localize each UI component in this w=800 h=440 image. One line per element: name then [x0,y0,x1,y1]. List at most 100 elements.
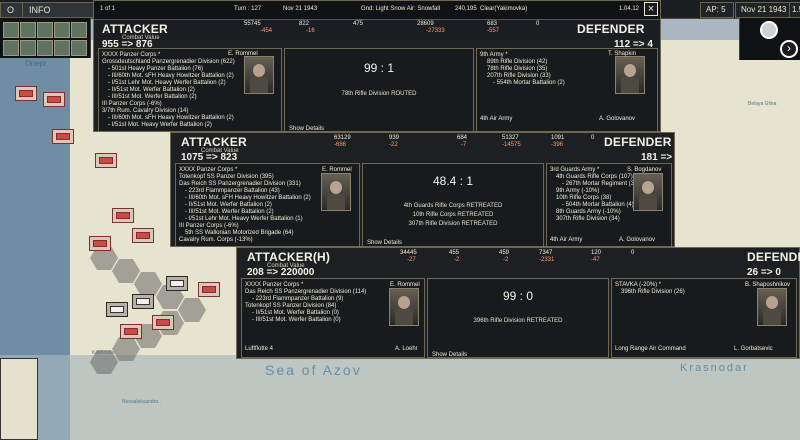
toolbar-icon[interactable] [71,40,87,56]
toolbar-icon[interactable] [37,22,53,38]
defender-unit: 207th Rifle Division (33) [487,73,551,79]
defender-unit: - 554th Mortar Battalion (2) [493,80,565,86]
turn-label: Turn : 127 [234,6,262,12]
toolbar-icon[interactable] [20,40,36,56]
map-unit[interactable] [106,302,128,317]
map-label: Novoaleksandro.. [122,399,161,405]
map-unit[interactable] [132,294,154,309]
defender-guns: 120 [591,250,602,256]
odds-ratio: 99 : 0 [502,289,534,303]
defender-unit: 8th Guards Army (-10%) [556,209,621,215]
clock-icon[interactable] [760,21,778,39]
attacker-unit: Das Reich SS Panzergrenadier Division (1… [245,289,367,295]
defender-unit: 10th Rifle Corps (38) [556,195,612,201]
map-unit[interactable] [89,236,111,251]
defender-guns-loss: -47 [591,257,600,263]
defender-guns-loss: -396 [551,142,564,148]
attacker-men: 63129 [334,135,351,141]
attacker-men-loss: -454 [260,28,273,34]
defender-unit: - 504th Mortar Battalion (4) [562,202,634,208]
defender-afv: 0 [536,21,540,27]
commander-portrait [757,288,787,326]
defender-men-loss: -14575 [502,142,521,148]
defender-unit: - 267th Mortar Regiment (3) [562,181,637,187]
map-unit[interactable] [43,92,65,107]
attacker-unit: A. Loehr [395,346,418,352]
toolbar-icon[interactable] [3,40,19,56]
attacker-unit: III Panzer Corps (-6%) [179,223,239,229]
attacker-combat-value: 208 => 220000 [247,267,315,278]
defender-unit: STAVKA (-20%) * [615,282,662,288]
commander-portrait [321,173,351,211]
map-label: Kakhovka [92,350,114,356]
date-indicator: Nov 21 1943 [735,2,795,18]
next-icon[interactable]: › [780,40,798,58]
battle-report-panel-1: 1 of 1 Turn : 127 Nov 21 1943 Gnd: Light… [93,0,661,132]
defender-unit: 89th Rifle Division (42) [487,59,548,65]
attacker-unit: - I/51st Lehr Mot. Heavy Werfer Battalio… [185,216,303,222]
map-unit[interactable] [166,276,188,291]
attacker-unit: Cavalry Rum. Corps (-13%) [179,237,253,243]
battle-result-text: 396th Rifle Division RETREATED [473,318,563,324]
map-unit[interactable] [15,86,37,101]
battle-result-text: 307th Rifle Division RETREATED [408,221,498,227]
toolbar-icon[interactable] [54,22,70,38]
defender-guns-loss: -557 [487,28,500,34]
close-icon[interactable]: × [644,2,658,16]
defender-unit: 78th Rifle Division (35) [487,66,548,72]
map-unit[interactable] [95,153,117,168]
battle-result-3: 99 : 0 396th Rifle Division RETREATED Sh… [427,278,609,358]
map-unit[interactable] [120,324,142,339]
attacker-afv: 459 [499,250,510,256]
attacker-guns-loss: -2 [454,257,460,263]
attacker-men-loss: -27 [407,257,416,263]
commander-portrait [244,56,274,94]
terrain-label: Clear(Yakimovka) [480,6,528,12]
attacker-unit: Totenkopf SS Panzer Division (84) [245,303,337,309]
show-details-button[interactable]: Show Details [367,240,402,246]
tab-info-screens[interactable]: INFO SCREENS [22,2,100,29]
attacker-section-2: XXXX Panzer Corps * Totenkopf SS Panzer … [175,163,360,247]
battle-report-panel-2: ATTACKER DEFENDER Combat Value 1075 => 8… [170,132,675,247]
attacker-afv-loss: -7 [461,142,467,148]
battle-result-2: 48.4 : 1 4th Guards Rifle Corps RETREATE… [362,163,544,247]
location-label: 240,195 [455,6,477,12]
attacker-unit: Das Reich SS Panzergrenadier Division (3… [179,181,301,187]
attacker-unit: - II/51st Mot. Werfer Battalion (2) [108,87,195,93]
defender-section-1: 9th Army * 89th Rifle Division (42) 78th… [476,48,658,132]
toolbar-icon[interactable] [54,40,70,56]
defender-combat-value: 26 => 0 [747,267,781,278]
toolbar-icon[interactable] [71,22,87,38]
attacker-unit: XXXX Panzer Corps * [179,167,238,173]
battle-result-text: 4th Guards Rifle Corps RETREATED [403,203,503,209]
defender-title: DEFENDER [577,22,645,36]
attacker-section-1: XXXX Panzer Corps * Grossdeutschland Pan… [98,48,282,132]
minimap[interactable] [0,358,38,440]
commander-portrait [389,288,419,326]
commander-name: E. Rommel [390,282,420,288]
defender-guns: 683 [487,21,498,27]
attacker-unit: - I/51st Mot. Heavy Werfer Battalion (2) [108,122,212,128]
attacker-unit: - III/51st Mot. Werfer Battalion (2) [185,209,274,215]
attacker-unit: - III/60th Mot. sFH Heavy Howitzer Batta… [185,195,311,201]
show-details-button[interactable]: Show Details [432,352,467,358]
defender-unit: 307th Rifle Division (34) [556,216,620,222]
defender-unit: 4th Guards Rifle Corps (107) [556,174,633,180]
toolbar-icon[interactable] [37,40,53,56]
defender-unit: Long Range Air Command [615,346,686,352]
defender-men-loss: -27333 [426,28,445,34]
commander-name: T. Shapkin [608,51,637,57]
map-unit[interactable] [112,208,134,223]
toolbar-icon[interactable] [20,22,36,38]
map-unit[interactable] [198,282,220,297]
map-unit[interactable] [52,129,74,144]
defender-title: DEFENDER [747,250,800,264]
defender-afv: 0 [631,250,635,256]
attacker-guns: 455 [449,250,460,256]
map-unit[interactable] [132,228,154,243]
toolbar-icon[interactable] [3,22,19,38]
attacker-unit: - 223rd Flammpanzer Battalion (43) [185,188,280,194]
map-label: Sea of Azov [265,362,362,378]
map-unit[interactable] [152,315,174,330]
attacker-unit: Grossdeutschland Panzergrenadier Divisio… [102,59,235,65]
